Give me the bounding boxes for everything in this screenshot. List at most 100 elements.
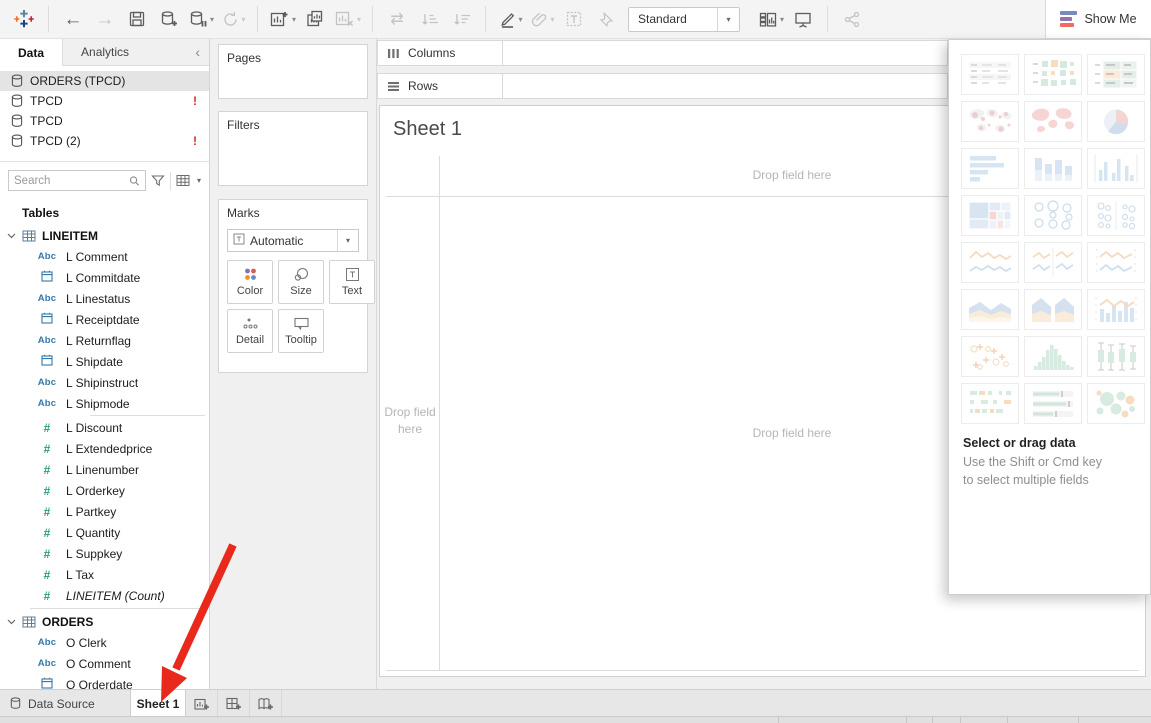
tooltip-button[interactable]: Tooltip [278,309,324,353]
showme-highlight-table[interactable] [1087,54,1145,95]
field-item[interactable]: #L Extendedprice [0,438,209,459]
pause-auto-updates-icon[interactable]: ▾ [188,5,214,33]
showme-gantt[interactable] [961,383,1019,424]
field-item[interactable]: AbcL Returnflag [0,330,209,351]
new-worksheet-tab-button[interactable] [186,690,218,717]
sheet1-tab[interactable]: Sheet 1 [130,690,186,717]
swap-rows-columns-icon: ⇄ [384,5,410,33]
new-worksheet-icon[interactable]: ▾ [269,5,296,33]
view-options-icon[interactable] [176,174,190,187]
showme-box-and-whisker[interactable] [1087,336,1145,377]
table-group-orders[interactable]: ORDERS [0,611,209,632]
field-item[interactable]: #L Suppkey [0,543,209,564]
showme-discrete-area[interactable] [1024,289,1082,330]
pages-shelf[interactable]: Pages [218,44,368,99]
field-item[interactable]: L Receiptdate [0,309,209,330]
show-me-button[interactable]: Show Me [1045,0,1151,39]
chevron-down-icon[interactable] [7,233,16,239]
collapse-pane-icon[interactable]: ‹ [186,39,209,65]
drop-field-left[interactable]: Drop field here [384,404,436,438]
search-input[interactable] [14,175,129,187]
highlight-caret[interactable]: ▾ [519,15,523,24]
field-item[interactable]: #L Quantity [0,522,209,543]
mark-type-dropdown[interactable]: Automatic ▾ [227,229,359,252]
back-icon[interactable]: ← [60,5,86,33]
duplicate-sheet-icon[interactable] [302,5,328,33]
rows-shelf[interactable]: Rows [377,73,948,99]
new-data-source-icon[interactable] [156,5,182,33]
field-item[interactable]: O Orderdate [0,674,209,689]
showme-stacked-bars[interactable] [1024,148,1082,189]
detail-button[interactable]: Detail [227,309,273,353]
showme-bullet-graph[interactable] [1024,383,1082,424]
showme-continuous-area[interactable] [961,289,1019,330]
search-input-box[interactable] [8,170,146,191]
text-button[interactable]: Text [329,260,375,304]
datasource-item[interactable]: TPCD (2) ! [0,131,209,151]
showme-dual-combination[interactable] [1087,289,1145,330]
field-item[interactable]: AbcL Linestatus [0,288,209,309]
tab-data[interactable]: Data [0,39,63,66]
tab-analytics[interactable]: Analytics [63,39,147,65]
view-options-caret[interactable]: ▾ [197,176,201,185]
showme-filled-map[interactable] [1024,101,1082,142]
datasource-item[interactable]: TPCD [0,111,209,131]
field-item[interactable]: #L Tax [0,564,209,585]
field-item[interactable]: #L Linenumber [0,459,209,480]
new-story-tab-button[interactable] [250,690,282,717]
showme-circle-views[interactable] [1024,195,1082,236]
filter-fields-icon[interactable] [151,174,165,188]
field-item[interactable]: #L Partkey [0,501,209,522]
chevron-down-icon[interactable] [7,619,16,625]
show-me-select-hint: Use the Shift or Cmd key to select multi… [949,453,1125,489]
field-item[interactable]: #L Discount [0,417,209,438]
presentation-mode-icon[interactable] [790,5,816,33]
field-item[interactable]: AbcL Shipmode [0,393,209,414]
size-button[interactable]: Size [278,260,324,304]
showme-dual-lines[interactable] [1087,242,1145,283]
showme-histogram[interactable] [1024,336,1082,377]
data-source-tab[interactable]: Data Source [0,690,130,717]
datasource-item[interactable]: TPCD ! [0,91,209,111]
showme-continuous-lines[interactable] [961,242,1019,283]
field-label: L Shipdate [66,355,123,369]
field-item[interactable]: #L Orderkey [0,480,209,501]
showme-packed-bubbles[interactable] [1087,383,1145,424]
filters-label: Filters [227,118,359,132]
field-item[interactable]: AbcL Shipinstruct [0,372,209,393]
showme-symbol-map[interactable] [961,101,1019,142]
mark-type-caret[interactable]: ▾ [337,230,358,251]
showme-scatter-plot[interactable] [961,336,1019,377]
new-dashboard-tab-button[interactable] [218,690,250,717]
columns-shelf[interactable]: Columns [377,40,948,66]
highlight-icon[interactable]: ▾ [497,5,523,33]
field-item[interactable]: L Commitdate [0,267,209,288]
table-group-lineitem[interactable]: LINEITEM [0,225,209,246]
datasource-label: ORDERS (TPCD) [30,74,125,88]
color-button[interactable]: Color [227,260,273,304]
showme-discrete-lines[interactable] [1024,242,1082,283]
show-hide-cards-icon[interactable]: ▾ [758,5,784,33]
showme-side-by-side-circles[interactable] [1087,195,1145,236]
showme-treemap[interactable] [961,195,1019,236]
show-hide-cards-caret[interactable]: ▾ [780,15,784,24]
fit-selector-caret[interactable]: ▾ [717,8,739,31]
filters-shelf[interactable]: Filters [218,111,368,186]
showme-heat-map[interactable] [1024,54,1082,95]
datasource-label: TPCD (2) [30,134,81,148]
new-worksheet-caret[interactable]: ▾ [292,15,296,24]
showme-text-table[interactable] [961,54,1019,95]
show-me-panel: Select or drag data Use the Shift or Cmd… [948,39,1151,595]
fit-selector[interactable]: Standard ▾ [628,7,740,32]
field-item[interactable]: AbcL Comment [0,246,209,267]
showme-horizontal-bars[interactable] [961,148,1019,189]
field-item[interactable]: L Shipdate [0,351,209,372]
showme-pie-chart[interactable] [1087,101,1145,142]
field-item[interactable]: #LINEITEM (Count) [0,585,209,606]
showme-side-by-side-bars[interactable] [1087,148,1145,189]
save-icon[interactable] [124,5,150,33]
field-item[interactable]: AbcO Comment [0,653,209,674]
field-item[interactable]: AbcO Clerk [0,632,209,653]
datasource-item[interactable]: ORDERS (TPCD) [0,71,209,91]
pause-auto-updates-caret[interactable]: ▾ [210,15,214,24]
